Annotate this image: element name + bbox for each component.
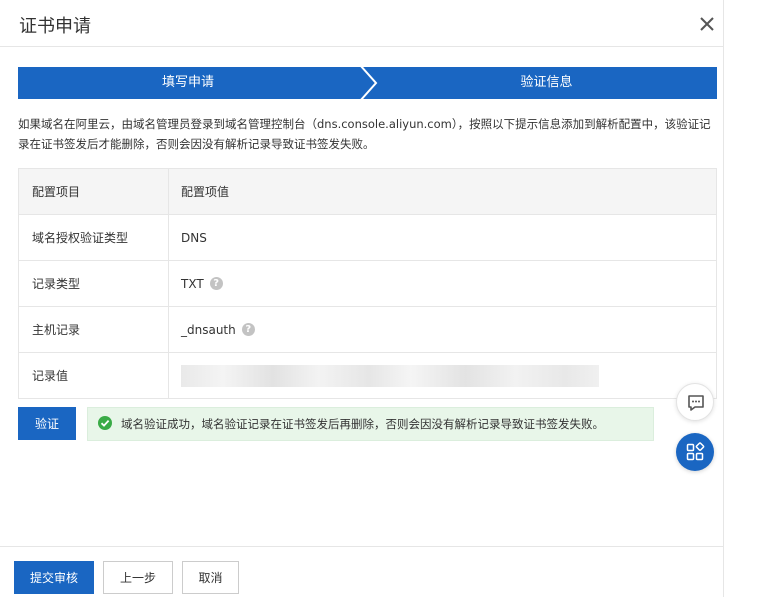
row-value-text: TXT <box>181 276 204 291</box>
row-key: 主机记录 <box>19 307 169 352</box>
apps-button[interactable] <box>676 433 714 471</box>
table-header-row: 配置项目 配置项值 <box>19 169 716 214</box>
dialog-title: 证书申请 <box>19 16 91 37</box>
table-row: 主机记录 _dnsauth ? <box>19 306 716 352</box>
row-value <box>169 353 716 398</box>
submit-review-button[interactable]: 提交审核 <box>14 561 94 594</box>
instruction-text: 如果域名在阿里云，由域名管理员登录到域名管理控制台（dns.console.al… <box>18 117 711 151</box>
table-row: 记录类型 TXT ? <box>19 260 716 306</box>
row-key: 记录值 <box>19 353 169 398</box>
row-value: TXT ? <box>169 261 716 306</box>
row-value: _dnsauth ? <box>169 307 716 352</box>
check-circle-icon <box>98 415 112 434</box>
verification-success-alert: 域名验证成功，域名验证记录在证书签发后再删除，否则会因没有解析记录导致证书签发失… <box>87 407 654 441</box>
step-progress: 填写申请 验证信息 <box>18 64 717 102</box>
dialog-footer: 提交审核 上一步 取消 <box>0 546 724 597</box>
row-key: 记录类型 <box>19 261 169 306</box>
close-icon[interactable] <box>696 13 718 35</box>
row-key: 域名授权验证类型 <box>19 215 169 260</box>
row-value-text: _dnsauth <box>181 322 236 337</box>
certificate-application-dialog: 证书申请 填写申请 验证信息 如果域名在阿里云，由域名管理员登录到域名管理控制台… <box>0 0 724 597</box>
table-row: 记录值 <box>19 352 716 398</box>
table-row: 域名授权验证类型 DNS <box>19 214 716 260</box>
step-verify-info: 验证信息 <box>520 75 573 90</box>
row-value: DNS <box>169 215 716 260</box>
previous-step-button[interactable]: 上一步 <box>103 561 173 594</box>
cancel-button[interactable]: 取消 <box>182 561 239 594</box>
chat-button[interactable] <box>676 383 714 421</box>
step-fill-application: 填写申请 <box>161 75 214 90</box>
redacted-record-value <box>181 364 599 387</box>
dns-config-table: 配置项目 配置项值 域名授权验证类型 DNS 记录类型 TXT ? 主机记录 _… <box>18 168 717 399</box>
success-message: 域名验证成功，域名验证记录在证书签发后再删除，否则会因没有解析记录导致证书签发失… <box>121 417 604 431</box>
verify-button[interactable]: 验证 <box>18 407 76 440</box>
help-icon[interactable]: ? <box>209 277 223 290</box>
row-value-text: DNS <box>181 230 207 245</box>
dialog-header: 证书申请 <box>0 0 724 47</box>
header-config-item: 配置项目 <box>19 169 169 214</box>
help-icon[interactable]: ? <box>241 323 255 336</box>
header-config-value: 配置项值 <box>181 185 230 199</box>
